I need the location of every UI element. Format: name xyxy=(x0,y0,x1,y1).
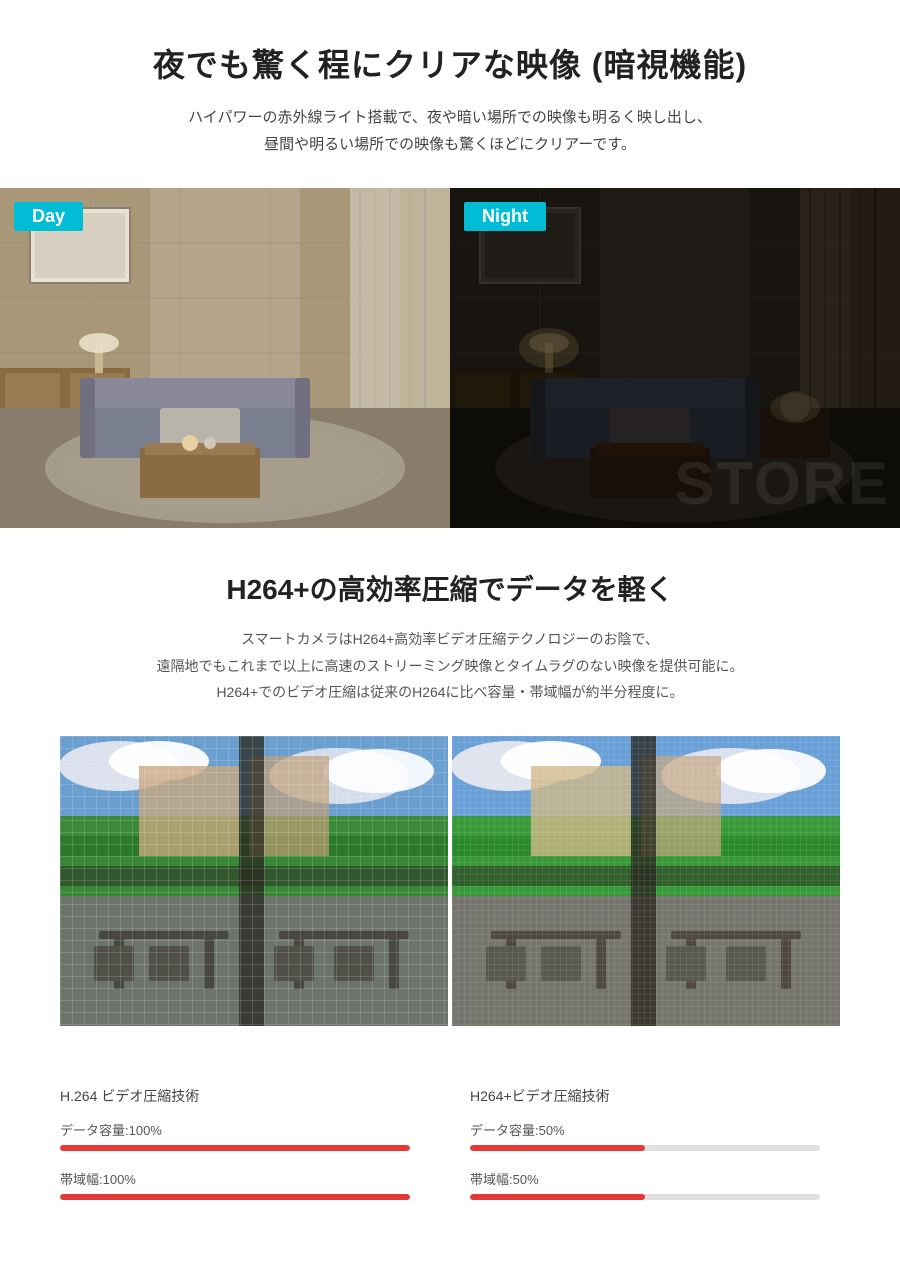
stats-col-h264plus: H264+ビデオ圧縮技術 データ容量:50% 帯域幅:50% xyxy=(430,1076,840,1228)
fine-grid-overlay xyxy=(452,736,840,1026)
night-vision-title: 夜でも驚く程にクリアな映像 (暗視機能) xyxy=(60,40,840,86)
h264-subtitle: スマートカメラはH264+高効率ビデオ圧縮テクノロジーのお陰で、 遠隔地でもこれ… xyxy=(60,626,840,706)
day-room-svg xyxy=(0,188,450,528)
h264-data-label: データ容量:100% xyxy=(60,1120,410,1139)
day-room-image xyxy=(0,188,450,528)
stats-section: H.264 ビデオ圧縮技術 データ容量:100% 帯域幅:100% H264+ビ… xyxy=(0,1056,900,1268)
comparison-panels: Day xyxy=(0,188,900,528)
h264-title: H264+の高効率圧縮でデータを軽く xyxy=(60,568,840,608)
night-vision-section: 夜でも驚く程にクリアな映像 (暗視機能) ハイパワーの赤外線ライト搭載で、夜や暗… xyxy=(0,0,900,158)
h264plus-bandwidth-label: 帯域幅:50% xyxy=(470,1169,820,1188)
h264-stats-title: H.264 ビデオ圧縮技術 xyxy=(60,1086,410,1106)
h264-bandwidth-bar-fill xyxy=(60,1194,410,1200)
h264-data-bar-fill xyxy=(60,1145,410,1151)
h264plus-data-bar-fill xyxy=(470,1145,645,1151)
night-vision-subtitle: ハイパワーの赤外線ライト搭載で、夜や暗い場所での映像も明るく映し出し、 昼間や明… xyxy=(60,104,840,158)
h264plus-stats-title: H264+ビデオ圧縮技術 xyxy=(470,1086,820,1106)
night-panel: Night xyxy=(450,188,900,528)
h264plus-bandwidth-bar-bg xyxy=(470,1194,820,1200)
h264plus-data-bar-bg xyxy=(470,1145,820,1151)
night-room-svg xyxy=(450,188,900,528)
h264-right-panel xyxy=(452,736,840,1026)
stats-col-h264: H.264 ビデオ圧縮技術 データ容量:100% 帯域幅:100% xyxy=(60,1076,430,1228)
h264-data-bar-bg xyxy=(60,1145,410,1151)
h264-data-row: データ容量:100% xyxy=(60,1120,410,1151)
h264-bandwidth-bar-bg xyxy=(60,1194,410,1200)
h264plus-bandwidth-bar-fill xyxy=(470,1194,645,1200)
h264plus-bandwidth-row: 帯域幅:50% xyxy=(470,1169,820,1200)
day-label: Day xyxy=(14,202,83,231)
h264-bandwidth-label: 帯域幅:100% xyxy=(60,1169,410,1188)
night-label: Night xyxy=(464,202,546,231)
h264plus-data-label: データ容量:50% xyxy=(470,1120,820,1139)
h264-section: H264+の高効率圧縮でデータを軽く スマートカメラはH264+高効率ビデオ圧縮… xyxy=(0,528,900,1056)
h264-comparison-panels xyxy=(60,736,840,1026)
night-room-image: STORE xyxy=(450,188,900,528)
day-night-comparison: Day xyxy=(0,188,900,528)
day-panel: Day xyxy=(0,188,450,528)
h264plus-data-row: データ容量:50% xyxy=(470,1120,820,1151)
pixel-grid-overlay xyxy=(60,736,448,1026)
h264-bandwidth-row: 帯域幅:100% xyxy=(60,1169,410,1200)
h264-left-panel xyxy=(60,736,448,1026)
